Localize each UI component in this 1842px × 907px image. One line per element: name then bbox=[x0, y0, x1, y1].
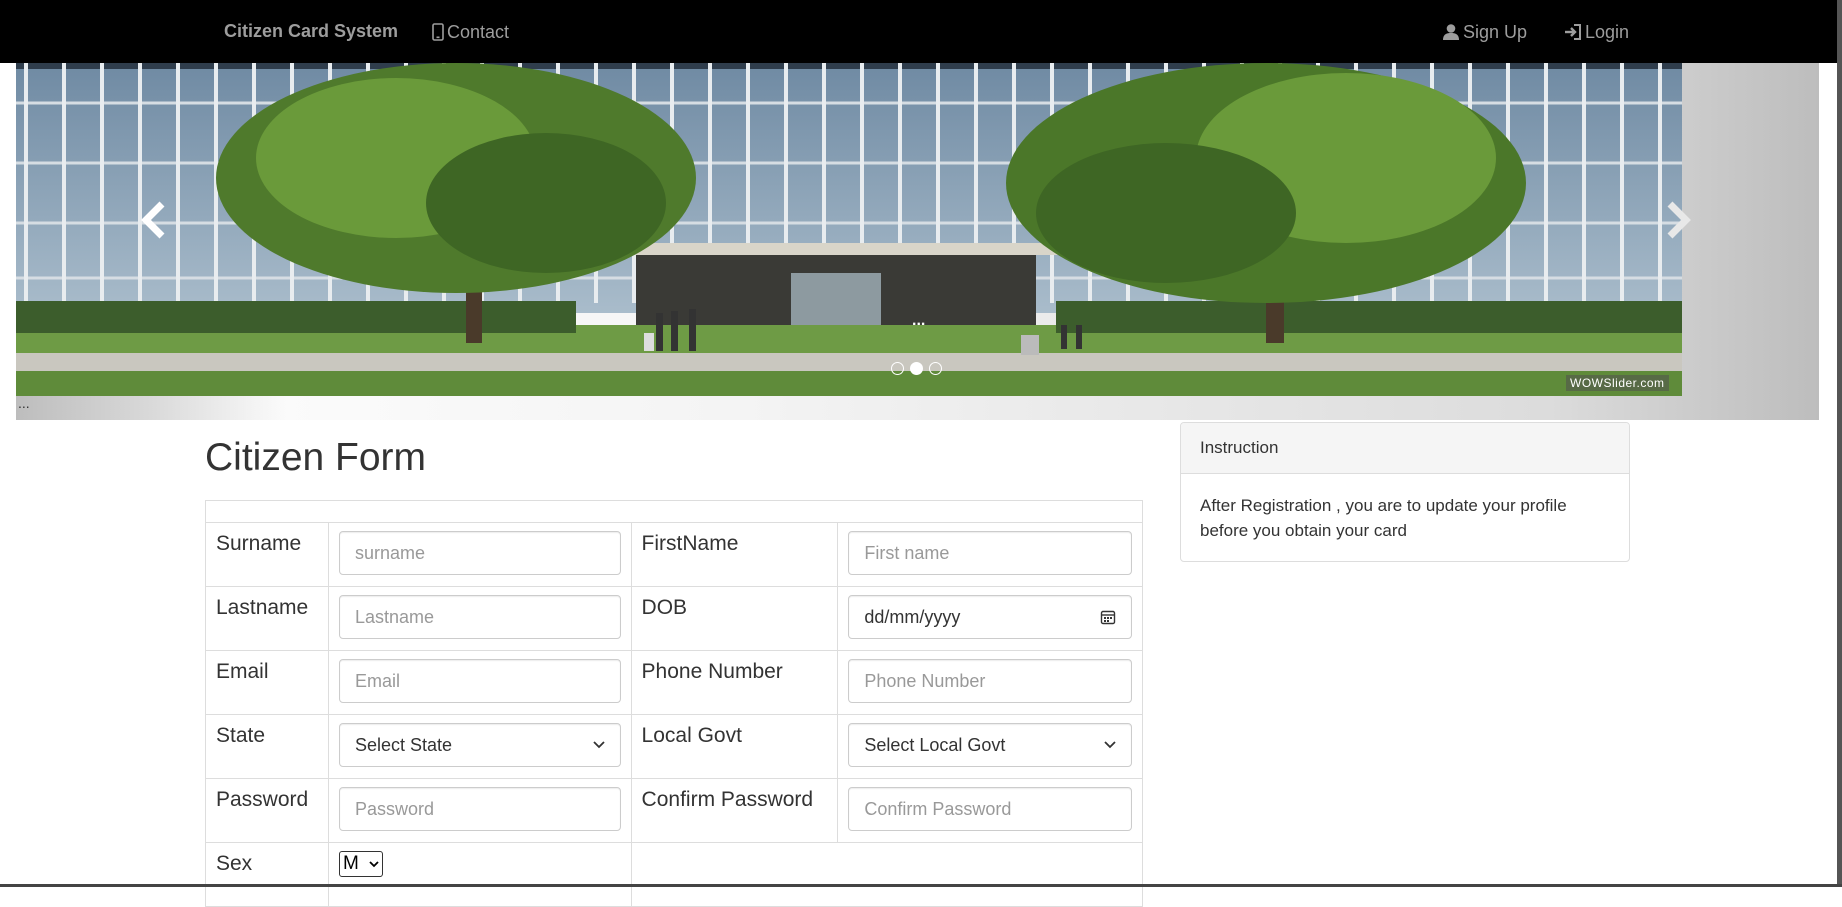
chevron-down-icon bbox=[592, 741, 605, 749]
instruction-body: After Registration , you are to update y… bbox=[1200, 496, 1567, 540]
dob-placeholder: dd/mm/yyyy bbox=[864, 606, 961, 627]
nav-signup-link[interactable]: Sign Up bbox=[1442, 0, 1527, 63]
state-label: State bbox=[205, 714, 329, 779]
sex-select[interactable]: M bbox=[338, 851, 383, 877]
password-label: Password bbox=[205, 778, 329, 843]
surname-label: Surname bbox=[205, 522, 329, 587]
nav-contact-label: Contact bbox=[447, 21, 510, 42]
user-icon bbox=[1443, 23, 1459, 40]
slider-next-arrow[interactable] bbox=[1664, 200, 1694, 240]
dob-label: DOB bbox=[630, 586, 839, 651]
login-icon bbox=[1565, 23, 1581, 40]
chevron-down-icon bbox=[369, 860, 379, 867]
window-edge bbox=[1837, 0, 1842, 887]
sex-select-value: M bbox=[342, 853, 359, 874]
email-input[interactable]: Email bbox=[338, 659, 621, 703]
instruction-panel: Instruction After Registration , you are… bbox=[1180, 422, 1630, 562]
nav-login-link[interactable]: Login bbox=[1564, 0, 1629, 63]
phone-icon bbox=[432, 22, 444, 41]
confirm-password-label: Confirm Password bbox=[630, 778, 839, 843]
form-row-password: Password Password Confirm Password Confi… bbox=[205, 778, 1143, 843]
firstname-label: FirstName bbox=[630, 522, 839, 587]
password-input[interactable]: Password bbox=[338, 787, 621, 831]
slider-dots bbox=[891, 362, 942, 375]
slide-caption: ... bbox=[912, 312, 926, 329]
localgovt-label: Local Govt bbox=[630, 714, 839, 779]
form-title: Citizen Form bbox=[205, 436, 427, 479]
form-row-email: Email Email Phone Number Phone Number bbox=[205, 650, 1143, 715]
chevron-down-icon bbox=[1104, 741, 1116, 749]
localgovt-select-value: Select Local Govt bbox=[864, 734, 1006, 755]
table-header-row bbox=[205, 500, 1143, 523]
form-row-surname: Surname surname FirstName First name bbox=[205, 522, 1143, 587]
dob-input[interactable]: dd/mm/yyyy bbox=[848, 595, 1132, 639]
email-label: Email bbox=[205, 650, 329, 715]
slider-dot-2[interactable] bbox=[910, 362, 923, 375]
slider-watermark[interactable]: WOWSlider.com bbox=[1566, 375, 1669, 391]
state-select[interactable]: Select State bbox=[338, 723, 621, 767]
brand-link[interactable]: Citizen Card System bbox=[224, 0, 398, 63]
slider-prev-arrow[interactable] bbox=[138, 200, 168, 240]
citizen-form-table: Surname surname FirstName First name Las… bbox=[205, 500, 1144, 907]
localgovt-select[interactable]: Select Local Govt bbox=[848, 723, 1132, 767]
surname-input[interactable]: surname bbox=[338, 531, 621, 575]
lastname-label: Lastname bbox=[205, 586, 329, 651]
slider-bottom-shade bbox=[16, 396, 286, 420]
nav-login-label: Login bbox=[1585, 21, 1630, 42]
calendar-icon[interactable] bbox=[1100, 609, 1116, 625]
top-navbar: Citizen Card System Contact Sign Up Logi… bbox=[0, 0, 1842, 63]
slide-image bbox=[16, 63, 1682, 396]
slider-dot-1[interactable] bbox=[891, 362, 904, 375]
firstname-input[interactable]: First name bbox=[848, 531, 1132, 575]
form-row-sex: Sex M bbox=[205, 842, 1144, 907]
nav-signup-label: Sign Up bbox=[1463, 21, 1528, 42]
lastname-input[interactable]: Lastname bbox=[338, 595, 621, 639]
form-row-state: State Select State Local Govt Select Loc… bbox=[205, 714, 1143, 779]
form-row-lastname: Lastname Lastname DOB dd/mm/yyyy bbox=[205, 586, 1143, 651]
sex-label: Sex bbox=[205, 842, 329, 907]
slider-bottom-caption: ... bbox=[18, 395, 30, 411]
state-select-value: Select State bbox=[354, 734, 453, 755]
nav-contact-link[interactable]: Contact bbox=[432, 0, 509, 63]
instruction-heading: Instruction bbox=[1181, 423, 1629, 474]
phone-label: Phone Number bbox=[630, 650, 839, 715]
slider-dot-3[interactable] bbox=[929, 362, 942, 375]
phone-input[interactable]: Phone Number bbox=[848, 659, 1132, 703]
confirm-password-input[interactable]: Confirm Password bbox=[848, 787, 1132, 831]
